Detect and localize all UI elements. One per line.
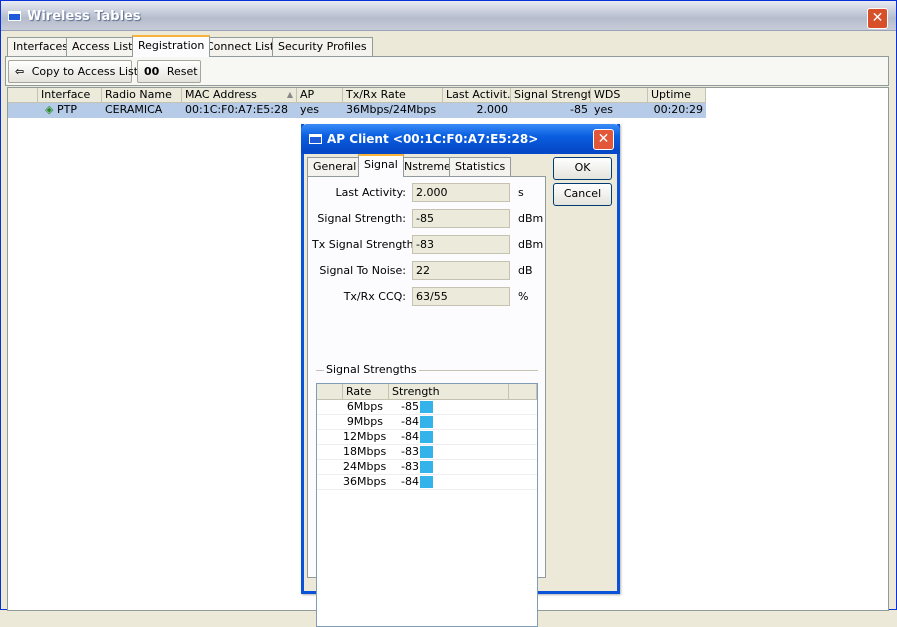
ap-client-dialog: AP Client <00:1C:F0:A7:E5:28> ✕ General … (301, 124, 620, 627)
col-wds[interactable]: WDS (591, 88, 648, 103)
strength-value: -83 (401, 445, 419, 458)
strength-rate: 18Mbps (343, 445, 387, 458)
tab-connect-list[interactable]: Connect List (200, 37, 281, 56)
cell-uptime: 00:20:29 (653, 103, 703, 116)
strength-value: -83 (401, 460, 419, 473)
tx-signal-strength-value: -83 (412, 235, 510, 254)
dialog-titlebar[interactable]: AP Client <00:1C:F0:A7:E5:28> ✕ (301, 124, 620, 154)
strength-col-flag (317, 384, 343, 400)
strength-col-rate[interactable]: Rate (343, 384, 389, 400)
signal-strength-unit: dBm (518, 212, 544, 225)
dialog-tab-signal[interactable]: Signal (358, 154, 404, 177)
col-interface[interactable]: Interface (38, 88, 102, 103)
cancel-button[interactable]: Cancel (553, 183, 612, 206)
list-item[interactable]: 12Mbps -84 (317, 430, 537, 445)
strength-rate: 6Mbps (346, 400, 383, 413)
col-radio-name[interactable]: Radio Name (102, 88, 182, 103)
strength-rate: 12Mbps (343, 430, 387, 443)
cell-ap: yes (300, 103, 320, 116)
window-title: Wireless Tables (27, 9, 141, 24)
dialog-tab-nstreme[interactable]: Nstreme (398, 157, 457, 176)
strength-rate: 24Mbps (343, 460, 387, 473)
last-activity-value: 2.000 (412, 183, 510, 202)
signal-to-noise-label: Signal To Noise: (319, 264, 406, 277)
dialog-tab-general[interactable]: General (307, 157, 363, 176)
list-item[interactable]: 6Mbps -85 (317, 400, 537, 415)
signal-strength-label: Signal Strength: (317, 212, 406, 225)
col-mac-address[interactable]: MAC Address ▲ (182, 88, 297, 103)
ccq-label: Tx/Rx CCQ: (343, 290, 406, 303)
col-last-activity[interactable]: Last Activit... (443, 88, 511, 103)
cell-wds: yes (594, 103, 614, 116)
window-titlebar[interactable]: Wireless Tables ✕ (1, 1, 896, 31)
strength-col-strength[interactable]: Strength (389, 384, 509, 400)
wireless-interface-icon: ◈ (45, 103, 54, 116)
dialog-tab-statistics[interactable]: Statistics (449, 157, 512, 176)
col-ap[interactable]: AP (297, 88, 343, 103)
signal-strength-value: -85 (412, 209, 510, 228)
tab-registration[interactable]: Registration (132, 35, 211, 57)
strength-bar (420, 431, 433, 443)
dialog-title: AP Client <00:1C:F0:A7:E5:28> (327, 132, 539, 146)
sort-arrow-icon: ▲ (286, 90, 293, 99)
tx-signal-strength-unit: dBm (518, 238, 544, 251)
strength-rate: 9Mbps (346, 415, 383, 428)
strength-bar (420, 461, 433, 473)
strength-value: -84 (401, 475, 419, 488)
last-activity-unit: s (518, 186, 524, 199)
cell-mac: 00:1C:F0:A7:E5:28 (185, 103, 289, 116)
col-tx-rx-rate[interactable]: Tx/Rx Rate (343, 88, 443, 103)
toolbar: ⇦ Copy to Access List 00 Reset (5, 56, 889, 86)
copy-to-access-list-button[interactable]: ⇦ Copy to Access List (8, 60, 138, 83)
dialog-close-button[interactable]: ✕ (593, 129, 614, 150)
last-activity-label: Last Activity: (335, 186, 406, 199)
strength-value: -85 (401, 400, 419, 413)
strength-bar (420, 446, 433, 458)
table-row[interactable]: ◈ PTP CERAMICA 00:1C:F0:A7:E5:28 yes 36M… (8, 103, 706, 118)
list-item[interactable]: 24Mbps -83 (317, 460, 537, 475)
table-header: Interface Radio Name MAC Address ▲ AP Tx… (8, 88, 706, 103)
cell-radio-name: CERAMICA (105, 103, 163, 116)
strength-bar (420, 416, 433, 428)
reset-button[interactable]: 00 Reset (137, 60, 201, 83)
tx-signal-strength-label: Tx Signal Strength: (312, 238, 418, 251)
col-uptime[interactable]: Uptime (648, 88, 706, 103)
dialog-window-icon (309, 134, 322, 144)
list-item[interactable]: 36Mbps -84 (317, 475, 537, 490)
ccq-value: 63/55 (412, 287, 510, 306)
strength-col-extra (509, 384, 537, 400)
signal-to-noise-unit: dB (518, 264, 533, 277)
strength-value: -84 (401, 415, 419, 428)
reset-icon: 00 (144, 65, 160, 78)
cell-last-activity: 2.000 (476, 103, 509, 116)
signal-strengths-group-label: Signal Strengths (324, 363, 419, 376)
strength-bar (420, 401, 433, 413)
ok-button[interactable]: OK (553, 157, 612, 180)
arrow-left-icon: ⇦ (15, 65, 25, 78)
list-item[interactable]: 9Mbps -84 (317, 415, 537, 430)
strength-value: -84 (401, 430, 419, 443)
reset-label: Reset (166, 65, 198, 78)
tab-security-profiles[interactable]: Security Profiles (272, 37, 373, 56)
window-close-button[interactable]: ✕ (867, 8, 888, 29)
strength-rate: 36Mbps (343, 475, 387, 488)
signal-strengths-table: Rate Strength 6Mbps -85 9Mbps -84 12Mbps… (316, 383, 538, 627)
strength-bar (420, 476, 433, 488)
copy-label: Copy to Access List (31, 65, 139, 78)
tab-access-list[interactable]: Access List (66, 37, 139, 56)
col-signal-strength[interactable]: Signal Strengt... (511, 88, 591, 103)
tab-interfaces[interactable]: Interfaces (7, 37, 74, 56)
cell-interface: ◈ PTP (45, 103, 77, 116)
signal-panel: Last Activity: 2.000 s Signal Strength: … (307, 176, 546, 627)
signal-to-noise-value: 22 (412, 261, 510, 280)
cell-signal: -85 (570, 103, 588, 116)
col-flag (8, 88, 38, 103)
list-item[interactable]: 18Mbps -83 (317, 445, 537, 460)
cell-rate: 36Mbps/24Mbps (346, 103, 437, 116)
window-icon (8, 11, 21, 21)
ccq-unit: % (518, 290, 529, 303)
